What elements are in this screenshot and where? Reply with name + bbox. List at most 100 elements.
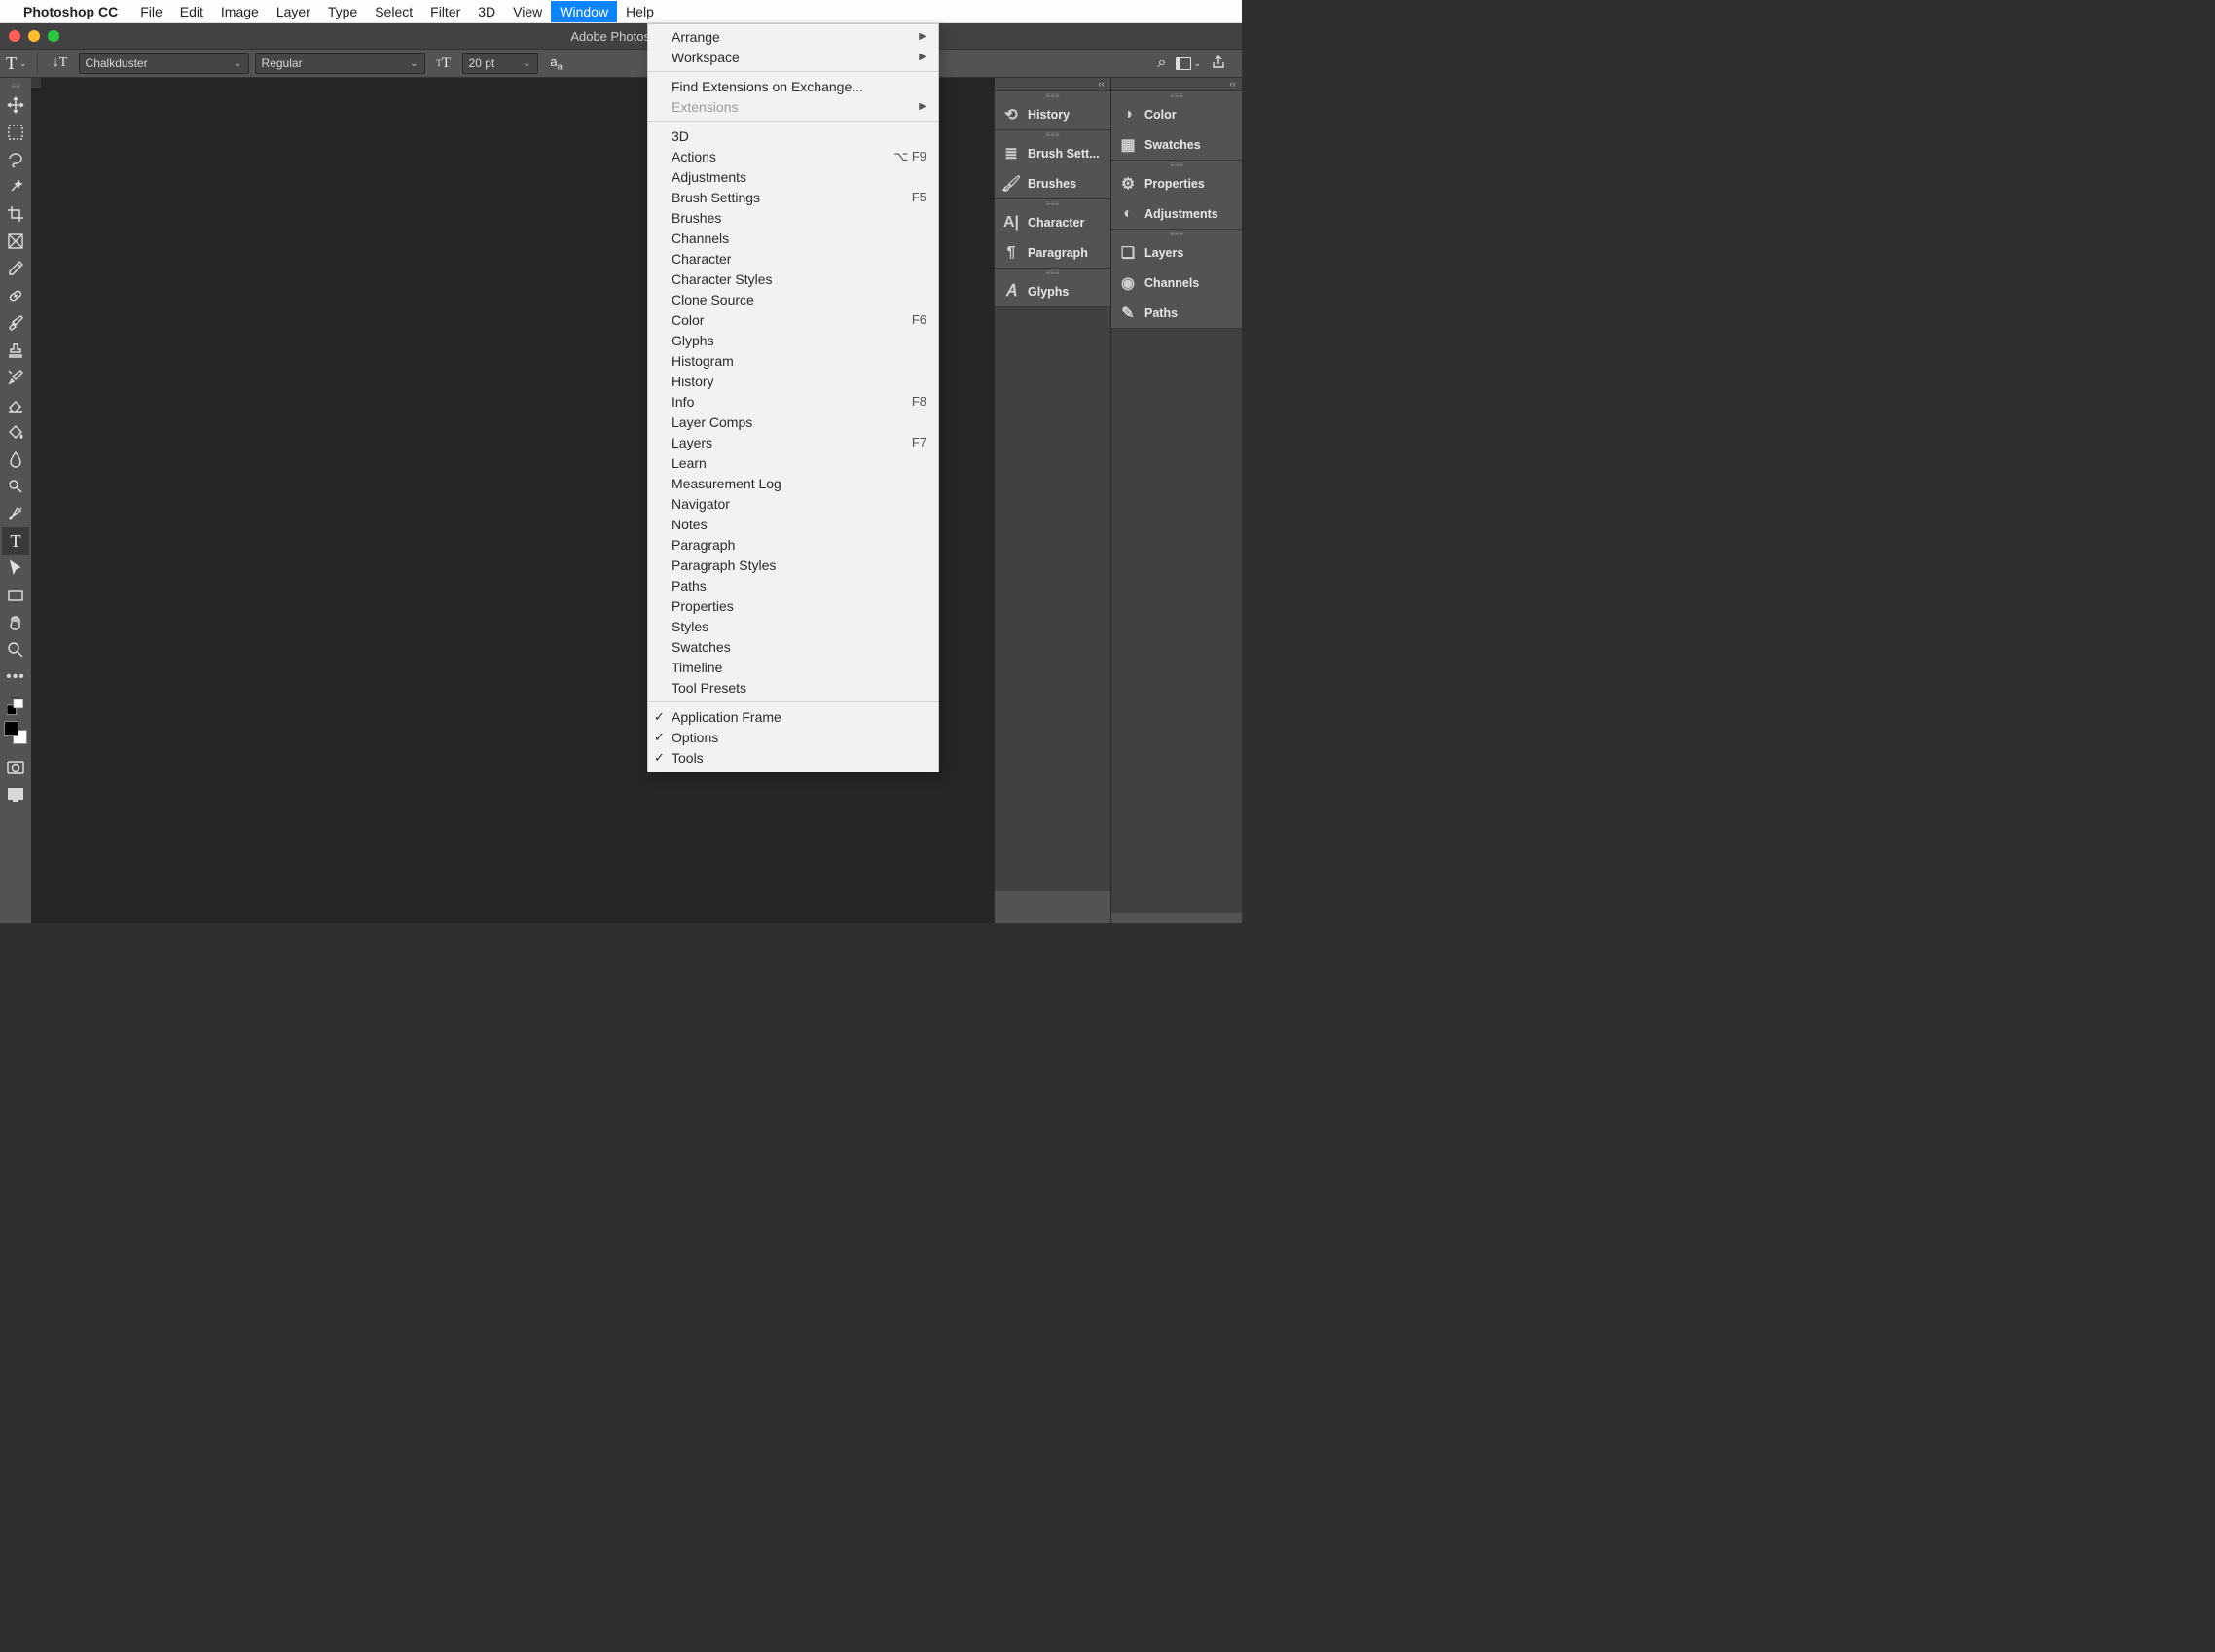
panel-item-brushes[interactable]: 🖌Brushes <box>995 168 1110 198</box>
menu-item-paragraph-styles[interactable]: Paragraph Styles <box>648 555 938 575</box>
panel-grip-icon[interactable]: ≡≡≡ <box>995 91 1110 99</box>
font-style-select[interactable]: Regular ⌄ <box>255 53 425 74</box>
tool-brush[interactable] <box>2 309 29 337</box>
search-icon[interactable]: ⌕ <box>1157 54 1166 72</box>
menu-item-info[interactable]: InfoF8 <box>648 391 938 412</box>
tool-move[interactable] <box>2 91 29 119</box>
panel-grip-icon[interactable]: ≡≡≡ <box>995 199 1110 207</box>
tool-crop[interactable] <box>2 200 29 228</box>
tool-marquee[interactable] <box>2 119 29 146</box>
panel-item-paragraph[interactable]: ¶Paragraph <box>995 237 1110 268</box>
menu-item-character-styles[interactable]: Character Styles <box>648 269 938 289</box>
menu-item-application-frame[interactable]: ✓Application Frame <box>648 706 938 727</box>
panel-item-brush-settings[interactable]: ≣Brush Sett... <box>995 138 1110 168</box>
menu-item-find-extensions-on-exchange-[interactable]: Find Extensions on Exchange... <box>648 76 938 96</box>
panel-item-channels[interactable]: ◉Channels <box>1111 268 1242 298</box>
menu-item-paragraph[interactable]: Paragraph <box>648 534 938 555</box>
panel-item-character[interactable]: A|Character <box>995 207 1110 237</box>
menu-item-adjustments[interactable]: Adjustments <box>648 166 938 187</box>
font-family-select[interactable]: Chalkduster ⌄ <box>79 53 249 74</box>
menubar-item-select[interactable]: Select <box>366 1 421 22</box>
menu-item-options[interactable]: ✓Options <box>648 727 938 747</box>
menu-item-brushes[interactable]: Brushes <box>648 207 938 228</box>
share-icon[interactable] <box>1211 54 1226 73</box>
menu-item-history[interactable]: History <box>648 371 938 391</box>
panel-item-paths[interactable]: ✎Paths <box>1111 298 1242 328</box>
menu-item-character[interactable]: Character <box>648 248 938 269</box>
menubar-item-edit[interactable]: Edit <box>171 1 212 22</box>
menubar-item-type[interactable]: Type <box>319 1 366 22</box>
quick-mask-button[interactable] <box>2 754 29 781</box>
minimize-window-button[interactable] <box>28 30 40 42</box>
panel-item-glyphs[interactable]: 𝐴Glyphs <box>995 276 1110 306</box>
document-layout-button[interactable]: ⌄ <box>1176 57 1201 70</box>
tool-bucket[interactable] <box>2 418 29 446</box>
screen-mode-button[interactable] <box>2 781 29 808</box>
tool-lasso[interactable] <box>2 146 29 173</box>
tool-frame[interactable] <box>2 228 29 255</box>
menubar-item-filter[interactable]: Filter <box>421 1 469 22</box>
panel-item-layers[interactable]: ❏Layers <box>1111 237 1242 268</box>
menu-item-channels[interactable]: Channels <box>648 228 938 248</box>
close-window-button[interactable] <box>9 30 20 42</box>
menu-item-glyphs[interactable]: Glyphs <box>648 330 938 350</box>
tool-eraser[interactable] <box>2 391 29 418</box>
antialias-select[interactable]: aa <box>544 53 569 74</box>
tool-preset-button[interactable]: T ⌄ <box>6 54 27 74</box>
panel-grip-icon[interactable]: ≡≡≡ <box>995 269 1110 276</box>
panel-grip-icon[interactable]: ≡≡≡ <box>1111 230 1242 237</box>
menu-item-color[interactable]: ColorF6 <box>648 309 938 330</box>
menu-item-paths[interactable]: Paths <box>648 575 938 595</box>
tool-dodge[interactable] <box>2 473 29 500</box>
tools-grip-icon[interactable]: ≡≡ <box>3 82 28 90</box>
tool-heal[interactable] <box>2 282 29 309</box>
menu-item-notes[interactable]: Notes <box>648 514 938 534</box>
menu-item-timeline[interactable]: Timeline <box>648 657 938 677</box>
menu-item-workspace[interactable]: Workspace▶ <box>648 47 938 67</box>
tool-blur[interactable] <box>2 446 29 473</box>
default-swatches-button[interactable] <box>2 700 29 715</box>
panel-grip-icon[interactable]: ≡≡≡ <box>995 130 1110 138</box>
panel-item-adjustments[interactable]: ◐Adjustments <box>1111 198 1242 229</box>
menu-item-histogram[interactable]: Histogram <box>648 350 938 371</box>
tool-history-brush[interactable] <box>2 364 29 391</box>
panel-item-history[interactable]: ⟲History <box>995 99 1110 129</box>
menu-item-arrange[interactable]: Arrange▶ <box>648 26 938 47</box>
menu-item-brush-settings[interactable]: Brush SettingsF5 <box>648 187 938 207</box>
menu-item-actions[interactable]: Actions⌥ F9 <box>648 146 938 166</box>
menu-item-navigator[interactable]: Navigator <box>648 493 938 514</box>
panel-collapse-button[interactable]: ‹‹ <box>995 78 1110 91</box>
panel-collapse-button[interactable]: ‹‹ <box>1111 78 1242 91</box>
menu-item-swatches[interactable]: Swatches <box>648 636 938 657</box>
menubar-item-window[interactable]: Window <box>551 1 617 22</box>
panel-grip-icon[interactable]: ≡≡≡ <box>1111 161 1242 168</box>
menu-item-3d[interactable]: 3D <box>648 126 938 146</box>
tool-more[interactable]: ••• <box>2 664 29 691</box>
tool-type[interactable]: T <box>2 527 29 555</box>
menu-item-properties[interactable]: Properties <box>648 595 938 616</box>
menu-item-styles[interactable]: Styles <box>648 616 938 636</box>
menubar-item-image[interactable]: Image <box>212 1 268 22</box>
panel-item-swatches[interactable]: ▦Swatches <box>1111 129 1242 160</box>
tool-wand[interactable] <box>2 173 29 200</box>
tool-eyedropper[interactable] <box>2 255 29 282</box>
menu-item-tool-presets[interactable]: Tool Presets <box>648 677 938 698</box>
menubar-item-layer[interactable]: Layer <box>268 1 319 22</box>
text-orientation-button[interactable]: ↓T <box>48 53 73 74</box>
menubar-item-file[interactable]: File <box>131 1 171 22</box>
tool-rectangle[interactable] <box>2 582 29 609</box>
menubar-item-view[interactable]: View <box>504 1 551 22</box>
menubar-item-help[interactable]: Help <box>617 1 663 22</box>
menubar-item-3d[interactable]: 3D <box>469 1 504 22</box>
tool-hand[interactable] <box>2 609 29 636</box>
fg-bg-swatch[interactable] <box>4 721 27 744</box>
menu-item-clone-source[interactable]: Clone Source <box>648 289 938 309</box>
panel-grip-icon[interactable]: ≡≡≡ <box>1111 91 1242 99</box>
menu-item-learn[interactable]: Learn <box>648 452 938 473</box>
tool-stamp[interactable] <box>2 337 29 364</box>
tool-pen[interactable] <box>2 500 29 527</box>
menu-item-layers[interactable]: LayersF7 <box>648 432 938 452</box>
tool-zoom[interactable] <box>2 636 29 664</box>
app-name[interactable]: Photoshop CC <box>23 4 118 19</box>
zoom-window-button[interactable] <box>48 30 59 42</box>
